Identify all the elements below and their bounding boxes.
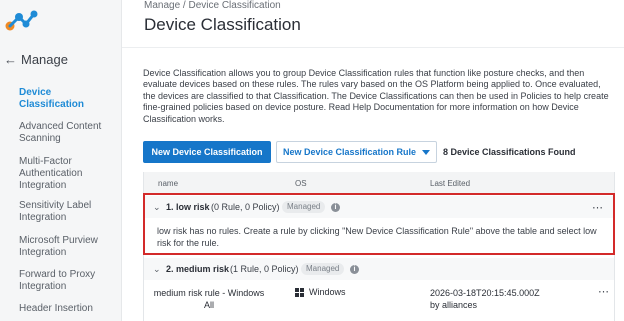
table-group-row[interactable]: ⌄ 2. medium risk (1 Rule, 0 Policy) Mana… [144,258,614,280]
back-label: Manage [21,52,68,67]
breadcrumb[interactable]: Manage / Device Classification [144,0,281,11]
sidebar-item-advanced-content-scanning[interactable]: Advanced Content Scanning [19,121,119,145]
sidebar-item-header-insertion[interactable]: Header Insertion [19,303,119,315]
group-name: 1. low risk [166,202,210,212]
sidebar-item-device-classification[interactable]: Device Classification [19,87,119,111]
page-title: Device Classification [144,15,301,34]
kebab-menu-icon[interactable]: ⋯ [592,201,604,214]
logo-icon[interactable] [4,6,38,34]
rule-os: Windows [295,287,346,297]
rule-last-edited: 2026-03-18T20:15:45.000Z by alliances [430,287,540,311]
back-arrow-icon: ← [4,51,17,67]
rule-os-label: Windows [309,287,346,297]
info-icon[interactable]: i [350,264,359,274]
kebab-menu-icon[interactable]: ⋯ [598,285,610,298]
page-description: Device Classification allows you to grou… [143,68,609,124]
sidebar: ← Manage Device Classification Advanced … [0,0,122,321]
info-icon[interactable]: i [331,202,340,212]
column-header-last-edited[interactable]: Last Edited [430,179,470,188]
column-header-os[interactable]: OS [295,179,307,188]
group-counts: (1 Rule, 0 Policy) [230,264,299,274]
classifications-found-count: 8 Device Classifications Found [443,147,576,157]
new-device-classification-rule-button[interactable]: New Device Classification Rule [276,141,437,163]
status-badge: Managed [301,263,345,275]
empty-group-message: low risk has no rules. Create a rule by … [157,226,597,248]
rule-name[interactable]: medium risk rule - Windows All [150,287,268,311]
windows-icon [295,287,304,297]
caret-down-icon [422,149,431,155]
sidebar-item-sensitivity-label[interactable]: Sensitivity Label Integration [19,200,119,224]
new-device-classification-button[interactable]: New Device Classification [143,141,271,163]
back-to-manage[interactable]: ← Manage [4,52,68,67]
group-name: 2. medium risk [166,264,230,274]
sidebar-item-forward-to-proxy[interactable]: Forward to Proxy Integration [19,269,119,293]
sidebar-item-mfa-integration[interactable]: Multi-Factor Authentication Integration [19,156,119,192]
new-rule-label: New Device Classification Rule [282,147,417,157]
sidebar-item-microsoft-purview[interactable]: Microsoft Purview Integration [19,235,119,259]
table-header: name OS Last Edited [144,172,614,194]
chevron-down-icon[interactable]: ⌄ [153,264,161,275]
status-badge: Managed [282,201,326,213]
column-header-name[interactable]: name [158,179,178,188]
header-divider [122,47,624,48]
chevron-down-icon[interactable]: ⌄ [153,202,161,213]
group-counts: (0 Rule, 0 Policy) [211,202,280,212]
rule-edited-by: by alliances [430,300,478,310]
table-group-row[interactable]: ⌄ 1. low risk (0 Rule, 0 Policy) Managed… [144,196,614,218]
rule-last-edited-time: 2026-03-18T20:15:45.000Z [430,288,540,298]
